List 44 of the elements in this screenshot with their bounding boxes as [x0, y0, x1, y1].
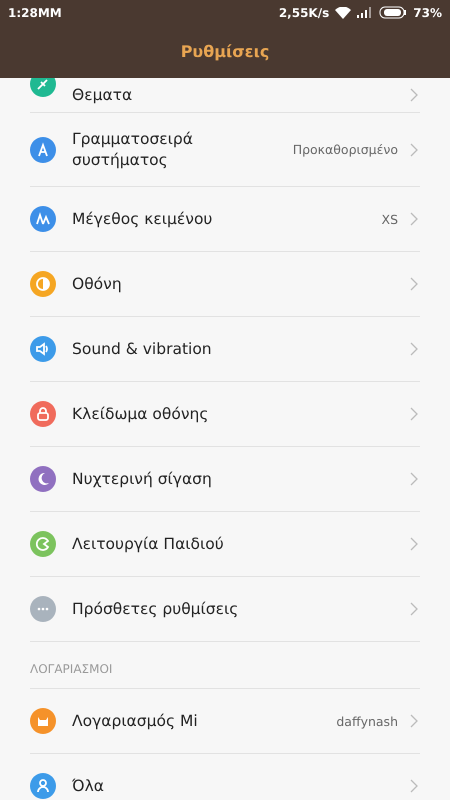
chevron-icon	[410, 472, 418, 486]
settings-row[interactable]: Όλα	[30, 754, 420, 800]
network-speed: 2,55K/s	[278, 6, 330, 20]
setting-label: Νυχτερινή σίγαση	[72, 468, 213, 490]
setting-label: Λογαριασμός Mi	[72, 710, 199, 732]
setting-label: Οθόνη	[72, 274, 123, 294]
chevron-icon	[410, 88, 418, 102]
settings-row[interactable]: Οθόνη	[30, 252, 420, 317]
settings-row[interactable]: Λογαριασμός Mi daffynash	[30, 689, 420, 754]
chevron-icon	[410, 212, 418, 226]
chevron-icon	[410, 779, 418, 793]
settings-row[interactable]: Γραμματοσειρά συστήματος Προκαθορισμένο	[30, 113, 420, 187]
setting-label: Πρόσθετες ρυθμίσεις	[72, 598, 240, 620]
chevron-icon	[410, 277, 418, 291]
signal-icon	[357, 7, 374, 18]
status-time: 1:28MM	[8, 6, 62, 20]
settings-row[interactable]: Κλείδωμα οθόνης	[30, 382, 420, 447]
chevron-icon	[410, 602, 418, 616]
chevron-icon	[410, 142, 418, 156]
chevron-icon	[410, 342, 418, 356]
setting-label: Μέγεθος κειμένου	[72, 208, 214, 230]
setting-value: daffynash	[336, 714, 398, 728]
chevron-icon	[410, 714, 418, 728]
settings-row[interactable]: Θεματα	[30, 78, 420, 113]
setting-label: Λειτουργία Παιδιού	[72, 534, 225, 554]
settings-row[interactable]: Πρόσθετες ρυθμίσεις	[30, 577, 420, 642]
setting-label: Θεματα	[72, 84, 134, 106]
battery-icon	[379, 6, 408, 19]
settings-row[interactable]: Λειτουργία Παιδιού	[30, 512, 420, 577]
battery-level: 73%	[413, 6, 442, 20]
setting-value: XS	[382, 212, 398, 226]
page-title: Ρυθμίσεις	[180, 42, 270, 61]
chevron-icon	[410, 407, 418, 421]
setting-label: Γραμματοσειρά συστήματος	[72, 128, 194, 170]
wifi-icon	[335, 6, 352, 18]
setting-label: Κλείδωμα οθόνης	[72, 404, 210, 424]
setting-label: Όλα	[72, 776, 105, 796]
section-header: ΛΟΓΑΡΙΑΣΜΟΙ	[30, 662, 420, 689]
settings-row[interactable]: Sound & vibration	[30, 317, 420, 382]
setting-label: Sound & vibration	[72, 338, 213, 360]
chevron-icon	[410, 537, 418, 551]
settings-row[interactable]: Νυχτερινή σίγαση	[30, 447, 420, 512]
settings-row[interactable]: Μέγεθος κειμένου XS	[30, 187, 420, 252]
setting-value: Προκαθορισμένο	[292, 142, 398, 157]
